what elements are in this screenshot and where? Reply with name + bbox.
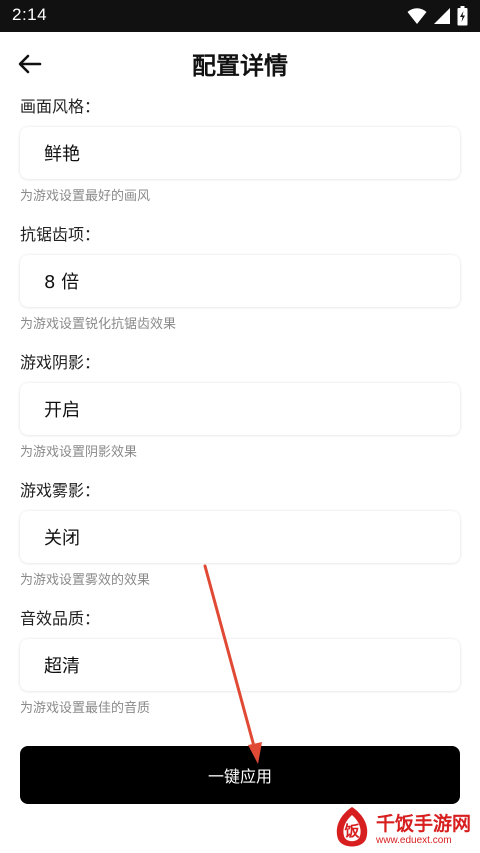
setting-select[interactable]: 开启	[20, 383, 460, 435]
setting-label: 音效品质：	[20, 609, 101, 628]
watermark-name: 千饭手游网	[376, 813, 472, 835]
setting-hint: 为游戏设置最佳的音质	[20, 701, 151, 716]
setting-value: 鲜艳	[44, 144, 80, 165]
setting-game-shadow: 游戏阴影： 开启 为游戏设置阴影效果	[20, 352, 460, 463]
status-bar: 2:14	[0, 0, 480, 32]
watermark-logo-icon: 饭	[336, 807, 368, 847]
setting-value: 开启	[44, 400, 80, 421]
setting-value: 8 倍	[44, 272, 80, 293]
setting-game-fog: 游戏雾影： 关闭 为游戏设置雾效的效果	[20, 480, 460, 591]
setting-anti-aliasing: 抗锯齿项： 8 倍 为游戏设置锐化抗锯齿效果	[20, 224, 460, 335]
watermark: 饭 千饭手游网 www.eduext.com	[332, 805, 476, 851]
header: 配置详情	[0, 32, 480, 94]
battery-icon	[457, 6, 468, 26]
signal-icon	[434, 8, 450, 24]
setting-label: 抗锯齿项：	[20, 225, 101, 244]
setting-select[interactable]: 关闭	[20, 511, 460, 563]
setting-value: 超清	[44, 656, 80, 677]
setting-hint: 为游戏设置雾效的效果	[20, 573, 151, 588]
wifi-icon	[407, 8, 427, 24]
setting-select[interactable]: 8 倍	[20, 255, 460, 307]
status-icons	[407, 5, 468, 27]
page-title: 配置详情	[192, 52, 288, 80]
setting-label: 游戏阴影：	[20, 353, 101, 372]
watermark-url: www.eduext.com	[376, 835, 452, 846]
setting-audio-quality: 音效品质： 超清 为游戏设置最佳的音质	[20, 608, 460, 719]
watermark-logo-char: 饭	[343, 822, 359, 840]
setting-value: 关闭	[44, 528, 80, 549]
setting-select[interactable]: 超清	[20, 639, 460, 691]
apply-button[interactable]: 一键应用	[20, 746, 460, 804]
status-time: 2:14	[12, 5, 48, 24]
setting-hint: 为游戏设置锐化抗锯齿效果	[20, 317, 177, 332]
setting-hint: 为游戏设置最好的画风	[20, 189, 151, 204]
setting-graphics-style: 画面风格： 鲜艳 为游戏设置最好的画风	[20, 96, 460, 207]
setting-select[interactable]: 鲜艳	[20, 127, 460, 179]
setting-label: 画面风格：	[20, 97, 101, 116]
setting-label: 游戏雾影：	[20, 481, 101, 500]
setting-hint: 为游戏设置阴影效果	[20, 445, 138, 460]
